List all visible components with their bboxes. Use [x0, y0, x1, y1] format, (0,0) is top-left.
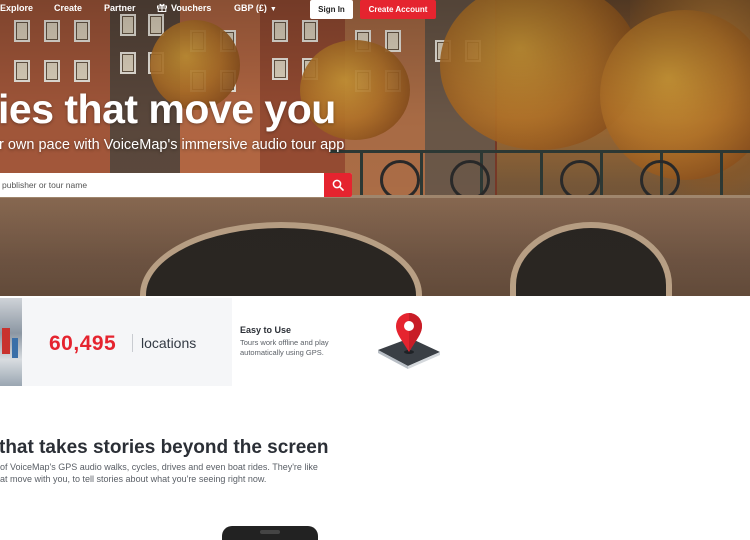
nav-partner-link[interactable]: Partner [104, 3, 136, 13]
currency-label: GBP (£) [234, 3, 267, 13]
stat-divider [132, 334, 133, 352]
feature-description-line: automatically using GPS. [240, 348, 324, 357]
search-bar [0, 173, 352, 197]
feature-description-line: Tours work offline and play [240, 338, 329, 347]
search-input[interactable] [0, 173, 324, 197]
phone-mockup [222, 526, 318, 540]
nav-vouchers-link[interactable]: Vouchers [157, 3, 211, 13]
nav-explore-link[interactable]: Explore [0, 3, 33, 13]
map-pin-icon [378, 313, 440, 369]
top-nav: Explore Create Partner Vouchers GBP (£) ▼… [0, 0, 750, 20]
tour-thumbnail [0, 298, 22, 386]
section-body-line: of VoiceMap's GPS audio walks, cycles, d… [0, 462, 318, 472]
section-body-line: at move with you, to tell stories about … [0, 474, 267, 484]
search-button[interactable] [324, 173, 352, 197]
search-icon [332, 179, 344, 191]
locations-label: locations [141, 335, 197, 351]
caret-down-icon: ▼ [269, 6, 277, 13]
locations-count: 60,495 [49, 332, 117, 355]
feature-description: Tours work offline and play automaticall… [240, 338, 370, 358]
hero-title: ies that move you [0, 86, 336, 132]
nav-create-link[interactable]: Create [54, 3, 82, 13]
section-body: of VoiceMap's GPS audio walks, cycles, d… [0, 461, 380, 485]
stat-card: 60,495 locations [22, 298, 232, 386]
gift-icon [157, 3, 167, 12]
phone-camera [260, 530, 280, 534]
sign-in-button[interactable]: Sign In [310, 0, 353, 19]
section-title: that takes stories beyond the screen [0, 437, 329, 458]
nav-vouchers-label: Vouchers [171, 3, 212, 13]
hero-subtitle: r own pace with VoiceMap's immersive aud… [0, 137, 345, 153]
feature-title: Easy to Use [240, 325, 292, 335]
currency-selector[interactable]: GBP (£) ▼ [234, 3, 277, 13]
create-account-button[interactable]: Create Account [360, 0, 436, 19]
